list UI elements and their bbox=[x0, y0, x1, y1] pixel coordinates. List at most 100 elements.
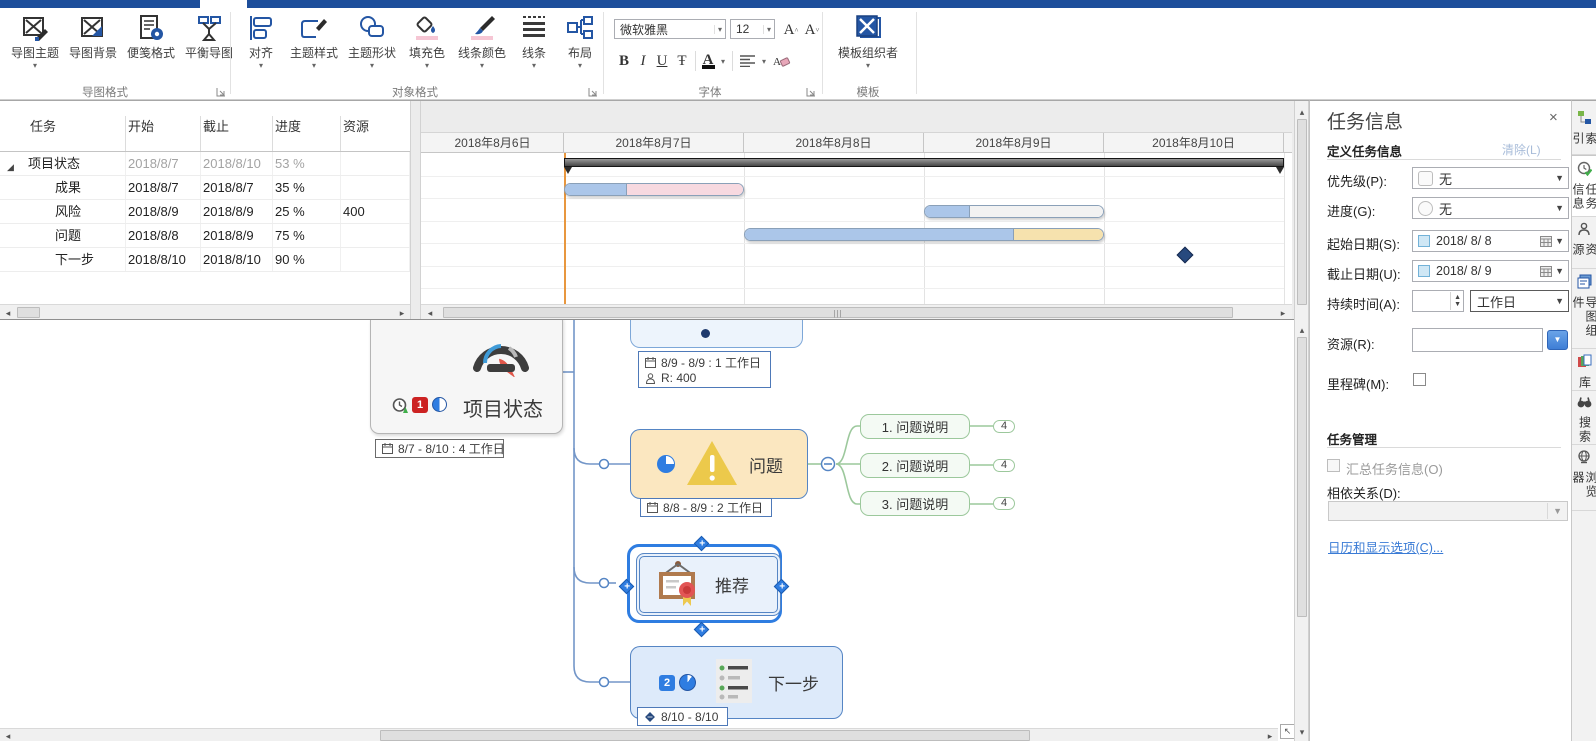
table-cell[interactable]: 2018/8/8 bbox=[126, 224, 201, 247]
line-button[interactable]: 线条▾ bbox=[512, 12, 556, 80]
table-row[interactable]: 问题2018/8/82018/8/975 % bbox=[0, 224, 410, 248]
scroll-right-arrow[interactable]: ▸ bbox=[396, 306, 408, 320]
clear-format-button[interactable]: A bbox=[770, 50, 794, 72]
resource-input[interactable] bbox=[1412, 328, 1543, 352]
issue-topic[interactable]: 问题 bbox=[630, 429, 808, 499]
table-cell[interactable] bbox=[341, 248, 410, 271]
collapsed-count-badge[interactable]: 4 bbox=[993, 420, 1015, 433]
table-row[interactable]: 下一步2018/8/102018/8/1090 % bbox=[0, 248, 410, 272]
side-tab-task-info[interactable]: 任务信息 bbox=[1572, 155, 1596, 217]
dialog-launcher-icon[interactable] bbox=[806, 86, 817, 97]
table-cell[interactable]: ◢项目状态 bbox=[0, 152, 126, 175]
italic-button[interactable]: I bbox=[634, 50, 652, 72]
table-cell[interactable]: 2018/8/10 bbox=[126, 248, 201, 271]
table-cell[interactable]: 2018/8/10 bbox=[201, 152, 273, 175]
table-cell[interactable]: 2018/8/9 bbox=[126, 200, 201, 223]
table-cell[interactable]: 下一步 bbox=[0, 248, 126, 271]
risk-topic[interactable] bbox=[630, 319, 803, 348]
side-tab-map-parts[interactable]: 导图组件 bbox=[1572, 269, 1596, 349]
table-cell[interactable]: 问题 bbox=[0, 224, 126, 247]
clear-link[interactable]: 清除(L) bbox=[1502, 141, 1541, 158]
strikethrough-button[interactable]: Ŧ bbox=[672, 50, 692, 72]
topic-shape-button[interactable]: 主题形状▾ bbox=[344, 12, 400, 80]
panel-splitter[interactable] bbox=[410, 101, 421, 320]
fit-map-button[interactable]: ↖ bbox=[1280, 724, 1294, 739]
note-format-button[interactable]: 便笺格式 bbox=[124, 12, 178, 80]
alignment-button[interactable] bbox=[736, 50, 758, 72]
bold-button[interactable]: B bbox=[614, 50, 634, 72]
gantt-bar-成果[interactable] bbox=[564, 183, 744, 196]
fill-color-button[interactable]: 填充色▾ bbox=[402, 12, 452, 80]
scroll-left-arrow[interactable]: ◂ bbox=[2, 306, 14, 320]
table-cell[interactable]: 53 % bbox=[273, 152, 341, 175]
map-canvas[interactable]: 1 项目状态 8/7 - 8/10 : 4 工作日 8/9 - 8/9 : 1 … bbox=[0, 319, 1294, 741]
table-cell[interactable]: 400 bbox=[341, 200, 410, 223]
table-cell[interactable]: 风险 bbox=[0, 200, 126, 223]
scroll-up-arrow[interactable]: ▴ bbox=[1296, 105, 1308, 119]
map-background-button[interactable]: 导图背景 bbox=[66, 12, 120, 80]
grow-font-button[interactable]: A˄ bbox=[781, 19, 801, 41]
side-tab-search[interactable]: 搜索 bbox=[1572, 391, 1596, 445]
font-color-arrow[interactable]: ▾ bbox=[717, 50, 729, 72]
font-family-select[interactable]: 微软雅黑▾ bbox=[614, 19, 726, 39]
add-topic-handle-right[interactable]: + bbox=[774, 579, 790, 595]
table-cell[interactable]: 2018/8/7 bbox=[126, 152, 201, 175]
table-cell[interactable]: 2018/8/10 bbox=[201, 248, 273, 271]
scrollbar-thumb[interactable]: ||| bbox=[443, 307, 1233, 318]
line-color-button[interactable]: 线条颜色▾ bbox=[454, 12, 510, 80]
table-cell[interactable]: 成果 bbox=[0, 176, 126, 199]
recommend-topic-selection[interactable]: 推荐 + + + + bbox=[627, 544, 782, 623]
subtopic[interactable]: 2. 问题说明 bbox=[860, 453, 970, 478]
map-theme-button[interactable]: 导图主题▾ bbox=[8, 12, 62, 80]
add-topic-handle-bottom[interactable]: + bbox=[694, 622, 710, 638]
table-cell[interactable] bbox=[341, 176, 410, 199]
start-date-field[interactable]: 2018/ 8/ 8 ▼ bbox=[1412, 230, 1569, 252]
table-cell[interactable]: 25 % bbox=[273, 200, 341, 223]
alignment-arrow[interactable]: ▾ bbox=[758, 50, 770, 72]
add-topic-handle-top[interactable]: + bbox=[694, 536, 710, 552]
underline-button[interactable]: U bbox=[652, 50, 672, 72]
table-cell[interactable]: 2018/8/9 bbox=[201, 224, 273, 247]
risk-collapse-dot[interactable] bbox=[701, 329, 710, 338]
central-topic[interactable]: 1 项目状态 bbox=[370, 319, 563, 434]
resource-dropdown-button[interactable]: ▼ bbox=[1547, 330, 1568, 350]
gantt-summary-bar-项目状态[interactable] bbox=[564, 158, 1284, 167]
table-cell[interactable] bbox=[341, 224, 410, 247]
table-row[interactable]: 成果2018/8/72018/8/735 % bbox=[0, 176, 410, 200]
collapsed-count-badge[interactable]: 4 bbox=[993, 459, 1015, 472]
rollup-checkbox[interactable] bbox=[1327, 459, 1340, 472]
date-checkbox[interactable] bbox=[1418, 265, 1430, 277]
side-tab-index[interactable]: 索引 bbox=[1572, 105, 1596, 155]
dialog-launcher-icon[interactable] bbox=[588, 86, 599, 97]
date-checkbox[interactable] bbox=[1418, 235, 1430, 247]
close-icon[interactable]: × bbox=[1549, 109, 1558, 126]
table-cell[interactable]: 90 % bbox=[273, 248, 341, 271]
duration-spinner[interactable]: ▲▼ bbox=[1412, 290, 1464, 312]
scroll-right-arrow[interactable]: ▸ bbox=[1277, 306, 1289, 320]
table-cell[interactable]: 35 % bbox=[273, 176, 341, 199]
dialog-launcher-icon[interactable] bbox=[216, 86, 227, 97]
scrollbar-thumb[interactable] bbox=[1297, 119, 1307, 305]
gantt-bar-问题[interactable] bbox=[744, 228, 1104, 241]
scroll-left-arrow[interactable]: ◂ bbox=[2, 729, 14, 741]
branch-circle[interactable] bbox=[600, 678, 609, 687]
table-row[interactable]: 风险2018/8/92018/8/925 %400 bbox=[0, 200, 410, 224]
table-row[interactable]: ◢项目状态2018/8/72018/8/1053 % bbox=[0, 152, 410, 176]
scrollbar-thumb[interactable] bbox=[17, 307, 40, 318]
expander-icon[interactable]: ◢ bbox=[7, 156, 14, 175]
scroll-down-arrow[interactable]: ▾ bbox=[1296, 725, 1308, 739]
layout-button[interactable]: 布局▾ bbox=[558, 12, 602, 80]
balance-map-button[interactable]: 平衡导图 bbox=[182, 12, 236, 80]
scroll-right-arrow[interactable]: ▸ bbox=[1264, 729, 1276, 741]
collapsed-count-badge[interactable]: 4 bbox=[993, 497, 1015, 510]
table-cell[interactable]: 2018/8/7 bbox=[126, 176, 201, 199]
align-button[interactable]: 对齐▾ bbox=[238, 12, 284, 80]
font-color-button[interactable]: A bbox=[699, 50, 717, 72]
calendar-options-link[interactable]: 日历和显示选项(C)... bbox=[1328, 537, 1443, 556]
subtopic[interactable]: 1. 问题说明 bbox=[860, 414, 970, 439]
gantt-milestone-下一步[interactable] bbox=[1177, 247, 1194, 264]
branch-circle[interactable] bbox=[600, 460, 609, 469]
subtopic[interactable]: 3. 问题说明 bbox=[860, 491, 970, 516]
font-size-select[interactable]: 12▾ bbox=[730, 19, 775, 39]
spinner-arrows[interactable]: ▲▼ bbox=[1450, 292, 1463, 310]
